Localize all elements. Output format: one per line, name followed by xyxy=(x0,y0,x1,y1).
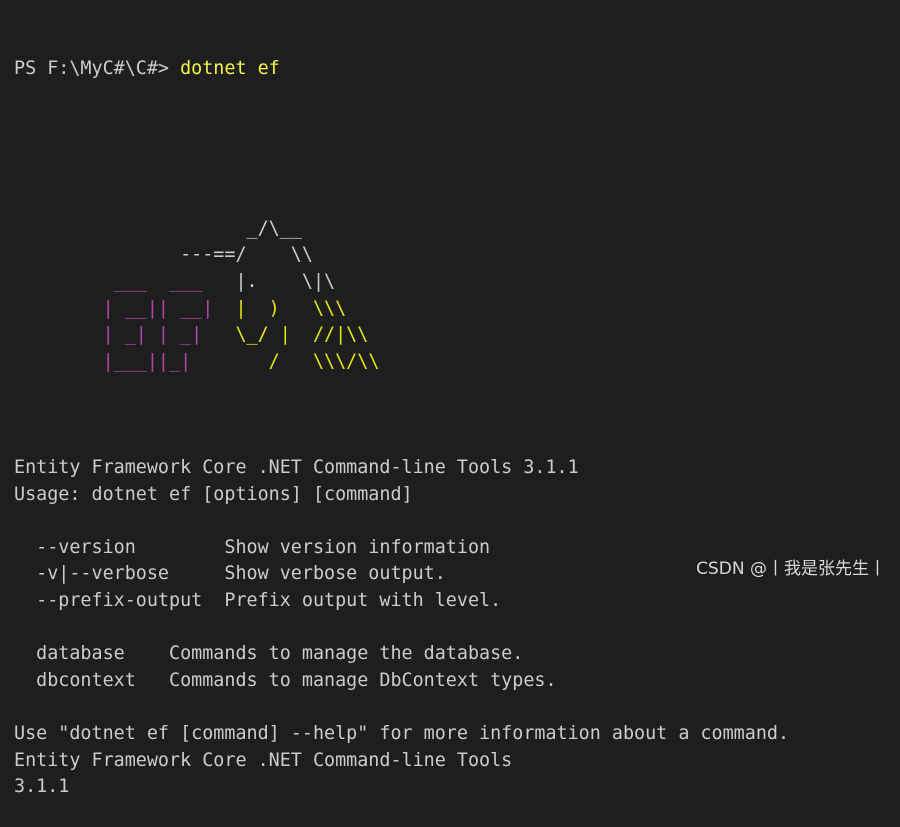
command-text: dotnet ef xyxy=(180,58,280,80)
ascii-art-segment: | __|| __| xyxy=(14,297,236,319)
csdn-watermark: CSDN @丨我是张先生丨 xyxy=(696,559,886,579)
output-line: database Commands to manage the database… xyxy=(14,643,524,665)
output-line: Entity Framework Core .NET Command-line … xyxy=(14,749,513,771)
ascii-art-segment: |. \|\ xyxy=(235,270,336,292)
ascii-art-line: _/\__ xyxy=(14,216,789,243)
ascii-art-segment: \_/ | //|\\ xyxy=(235,324,369,346)
output-lines: Entity Framework Core .NET Command-line … xyxy=(14,429,789,801)
prompt-line: PS F:\MyC#\C#> dotnet ef xyxy=(14,56,789,83)
ascii-art-line: | __|| __| | ) \\\ xyxy=(14,296,789,323)
output-line: Use "dotnet ef [command] --help" for mor… xyxy=(14,723,790,745)
ascii-art-segment: |___||_| xyxy=(14,350,269,372)
terminal-output[interactable]: PS F:\MyC#\C#> dotnet ef _/\__ ---==/ \\… xyxy=(14,3,789,827)
output-line: 3.1.1 xyxy=(14,776,70,798)
ascii-art-segment: / \\\/\\ xyxy=(268,350,380,372)
ascii-art-segment: ---==/ \\ xyxy=(14,244,313,266)
prompt: PS F:\MyC#\C#> xyxy=(14,58,181,80)
ascii-art-line: |___||_| / \\\/\\ xyxy=(14,349,789,376)
ascii-art-line: | _| | _| \_/ | //|\\ xyxy=(14,322,789,349)
output-line: Usage: dotnet ef [options] [command] xyxy=(14,483,413,505)
output-line: --version Show version information xyxy=(14,536,491,558)
ascii-art-segment: _/\__ xyxy=(14,217,302,239)
ascii-art-segment: | _| | _| xyxy=(14,324,236,346)
output-line: --prefix-output Prefix output with level… xyxy=(14,590,502,612)
output-line: -v|--verbose Show verbose output. xyxy=(14,563,446,585)
output-line: dbcontext Commands to manage DbContext t… xyxy=(14,669,557,691)
ascii-art-line: ___ ___ |. \|\ xyxy=(14,269,789,296)
ascii-art-segment: ___ ___ xyxy=(14,270,236,292)
ascii-art-segment: | ) \\\ xyxy=(235,297,347,319)
output-line: Entity Framework Core .NET Command-line … xyxy=(14,457,579,479)
ef-ascii-logo: _/\__ ---==/ \\ ___ ___ |. \|\ | __|| __… xyxy=(14,216,789,376)
ascii-art-line: ---==/ \\ xyxy=(14,242,789,269)
